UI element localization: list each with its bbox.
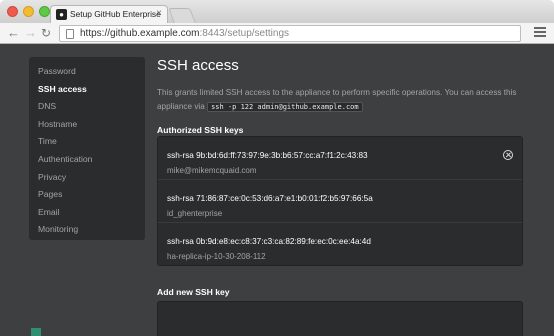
key-label: id_ghenterprise — [167, 209, 223, 218]
main-content: SSH access This grants limited SSH acces… — [157, 56, 527, 136]
key-fingerprint: ssh-rsa 9b:bd:6d:ff:73:97:9e:3b:b6:57:cc… — [167, 151, 368, 160]
browser-tab[interactable]: ● Setup GitHub Enterprise × — [50, 5, 168, 24]
new-tab-button[interactable] — [168, 8, 196, 23]
ssh-description: This grants limited SSH access to the ap… — [157, 86, 532, 114]
forward-arrow-icon[interactable]: → — [24, 25, 37, 41]
authorized-keys-title: Authorized SSH keys — [157, 125, 244, 135]
zoom-window-button[interactable] — [39, 6, 50, 17]
sidebar-item-time[interactable]: Time — [29, 133, 145, 151]
key-row: ssh-rsa 71:86:87:ce:0c:53:d6:a7:e1:b0:01… — [158, 180, 522, 223]
page-title: SSH access — [157, 57, 239, 74]
settings-sidebar: Password SSH access DNS Hostname Time Au… — [29, 57, 145, 240]
back-arrow-icon[interactable]: ← — [7, 25, 20, 41]
browser-window: ● Setup GitHub Enterprise × ← → ↻ https:… — [0, 0, 554, 336]
remove-key-icon[interactable] — [503, 150, 513, 160]
favicon-icon: ● — [56, 9, 67, 20]
tab-title: Setup GitHub Enterprise — [70, 9, 161, 19]
key-label: ha-replica-ip-10-30-208-112 — [167, 252, 266, 261]
sidebar-item-email[interactable]: Email — [29, 204, 145, 222]
ssh-command: ssh -p 122 admin@github.example.com — [207, 101, 363, 112]
page-icon — [66, 29, 74, 39]
add-key-title: Add new SSH key — [157, 287, 230, 297]
key-label: mike@mikemcquaid.com — [167, 166, 257, 175]
menu-icon[interactable] — [534, 27, 546, 37]
address-bar[interactable]: https://github.example.com:8443/setup/se… — [59, 25, 521, 42]
key-row: ssh-rsa 0b:9d:e8:ec:c8:37:c3:ca:82:89:fe… — [158, 223, 522, 265]
tab-close-icon[interactable]: × — [156, 8, 162, 20]
key-row: ssh-rsa 9b:bd:6d:ff:73:97:9e:3b:b6:57:cc… — [158, 137, 522, 180]
settings-page: Password SSH access DNS Hostname Time Au… — [0, 44, 554, 336]
sidebar-item-hostname[interactable]: Hostname — [29, 116, 145, 134]
browser-toolbar: ← → ↻ https://github.example.com:8443/se… — [0, 23, 554, 44]
key-fingerprint: ssh-rsa 0b:9d:e8:ec:c8:37:c3:ca:82:89:fe… — [167, 237, 371, 246]
key-fingerprint: ssh-rsa 71:86:87:ce:0c:53:d6:a7:e1:b0:01… — [167, 194, 373, 203]
url-host: github.example.com — [110, 28, 200, 39]
close-window-button[interactable] — [7, 6, 18, 17]
url-scheme: https:// — [80, 28, 111, 39]
new-key-textarea[interactable] — [157, 301, 523, 336]
sidebar-item-password[interactable]: Password — [29, 63, 145, 81]
sidebar-item-dns[interactable]: DNS — [29, 98, 145, 116]
sidebar-item-ssh-access[interactable]: SSH access — [29, 81, 145, 99]
url-text: https://github.example.com:8443/setup/se… — [80, 28, 289, 39]
sidebar-item-authentication[interactable]: Authentication — [29, 151, 145, 169]
sidebar-item-monitoring[interactable]: Monitoring — [29, 221, 145, 239]
reload-icon[interactable]: ↻ — [41, 25, 51, 41]
sidebar-item-pages[interactable]: Pages — [29, 186, 145, 204]
tab-bar: ● Setup GitHub Enterprise × — [0, 0, 554, 24]
url-path: :8443/setup/settings — [199, 28, 290, 39]
sidebar-item-privacy[interactable]: Privacy — [29, 169, 145, 187]
authorized-keys-list: ssh-rsa 9b:bd:6d:ff:73:97:9e:3b:b6:57:cc… — [157, 136, 523, 266]
minimize-window-button[interactable] — [23, 6, 34, 17]
corner-decoration — [31, 328, 41, 336]
